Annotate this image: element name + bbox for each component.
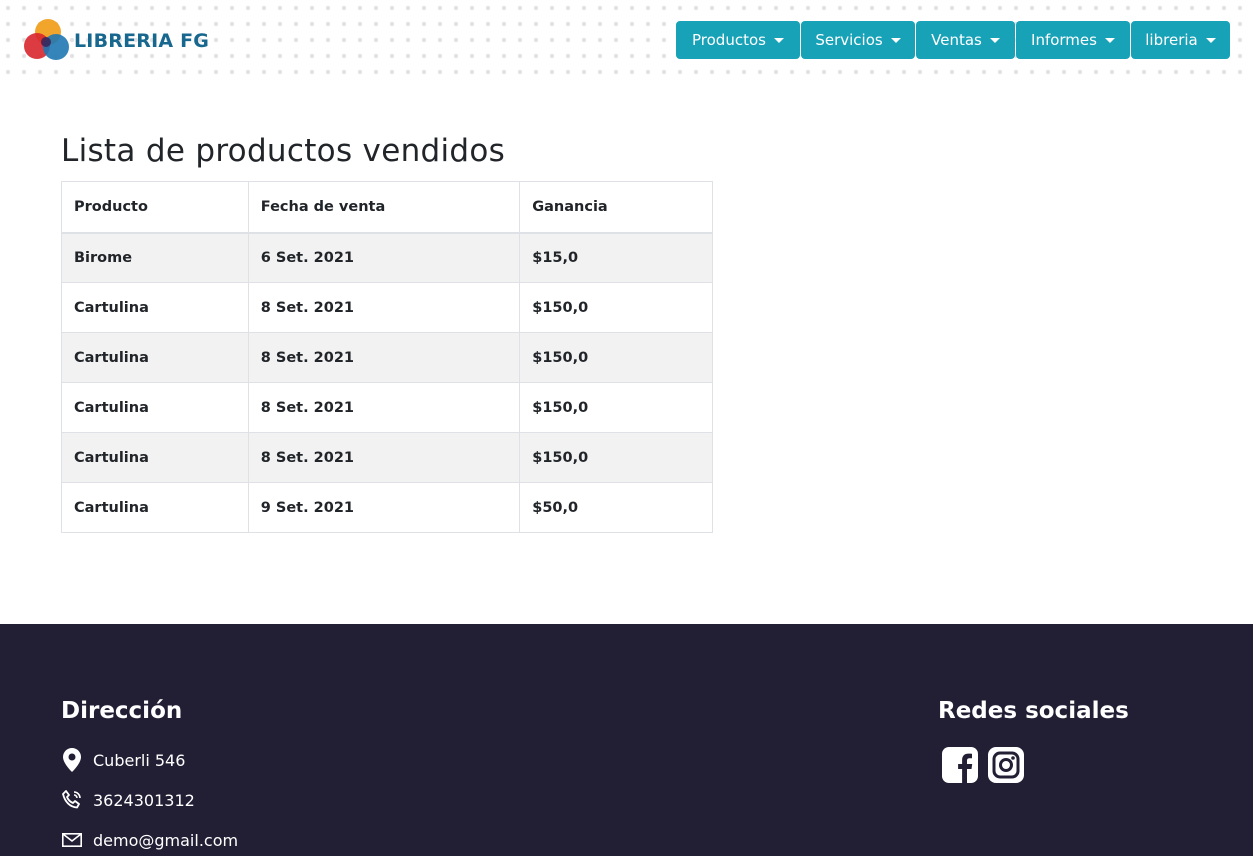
table-header-row: Producto Fecha de venta Ganancia [61,181,713,234]
header-producto: Producto [61,181,249,234]
table-row: Cartulina 8 Set. 2021 $150,0 [61,282,713,333]
cell-ganancia: $150,0 [519,282,713,333]
nav-libreria-label: libreria [1145,31,1198,49]
caret-down-icon [1205,37,1216,43]
brand-logo[interactable]: LIBRERIA FG [22,18,209,64]
cell-producto: Cartulina [61,432,249,483]
cell-ganancia: $15,0 [519,232,713,283]
brand-name: LIBRERIA FG [74,30,210,52]
table-row: Cartulina 8 Set. 2021 $150,0 [61,332,713,383]
caret-down-icon [890,37,901,43]
cell-ganancia: $50,0 [519,482,713,533]
cell-fecha: 8 Set. 2021 [247,282,521,333]
nav-ventas-dropdown[interactable]: Ventas [916,21,1015,59]
nav-informes-label: Informes [1031,31,1097,49]
cell-producto: Cartulina [61,482,249,533]
header-ganancia: Ganancia [519,181,713,234]
site-header: LIBRERIA FG Productos Servicios Ventas I… [0,0,1253,84]
caret-down-icon [989,37,1000,43]
location-pin-icon [61,748,83,772]
table-row: Birome 6 Set. 2021 $15,0 [61,232,713,283]
envelope-icon [61,828,83,852]
cell-ganancia: $150,0 [519,432,713,483]
nav-servicios-dropdown[interactable]: Servicios [801,21,915,59]
cell-producto: Cartulina [61,382,249,433]
nav-ventas-label: Ventas [931,31,982,49]
nav-servicios-label: Servicios [815,31,883,49]
address-row: Cuberli 546 [61,748,185,772]
nav-productos-dropdown[interactable]: Productos [676,21,800,59]
facebook-icon[interactable] [942,747,978,783]
cell-fecha: 9 Set. 2021 [247,482,521,533]
cell-fecha: 8 Set. 2021 [247,332,521,383]
cell-fecha: 8 Set. 2021 [247,382,521,433]
nav-productos-label: Productos [692,31,766,49]
cell-producto: Cartulina [61,282,249,333]
cell-ganancia: $150,0 [519,382,713,433]
nav-informes-dropdown[interactable]: Informes [1016,21,1130,59]
table-row: Cartulina 9 Set. 2021 $50,0 [61,482,713,533]
phone-row: 3624301312 [61,788,195,812]
cell-producto: Cartulina [61,332,249,383]
header-fecha: Fecha de venta [247,181,521,234]
instagram-icon[interactable] [988,747,1024,783]
phone-text: 3624301312 [93,790,195,810]
logo-circles-icon [24,19,69,60]
social-links [942,747,1034,783]
site-footer: Dirección Cuberli 546 3624301312 demo@gm… [0,624,1253,856]
cell-producto: Birome [61,232,249,283]
caret-down-icon [773,37,784,43]
nav-libreria-dropdown[interactable]: libreria [1131,21,1230,59]
sales-table: Producto Fecha de venta Ganancia Birome … [61,181,713,533]
social-heading: Redes sociales [938,698,1129,724]
cell-fecha: 6 Set. 2021 [247,232,521,283]
cell-ganancia: $150,0 [519,332,713,383]
address-heading: Dirección [61,698,183,724]
caret-down-icon [1104,37,1115,43]
table-row: Cartulina 8 Set. 2021 $150,0 [61,432,713,483]
page-title: Lista de productos vendidos [61,133,506,169]
email-link[interactable]: demo@gmail.com [93,831,238,850]
address-text: Cuberli 546 [93,750,186,770]
cell-fecha: 8 Set. 2021 [247,432,521,483]
phone-icon [61,788,83,812]
table-row: Cartulina 8 Set. 2021 $150,0 [61,382,713,433]
email-row: demo@gmail.com [61,828,238,852]
main-nav: Productos Servicios Ventas Informes libr… [676,21,1231,59]
